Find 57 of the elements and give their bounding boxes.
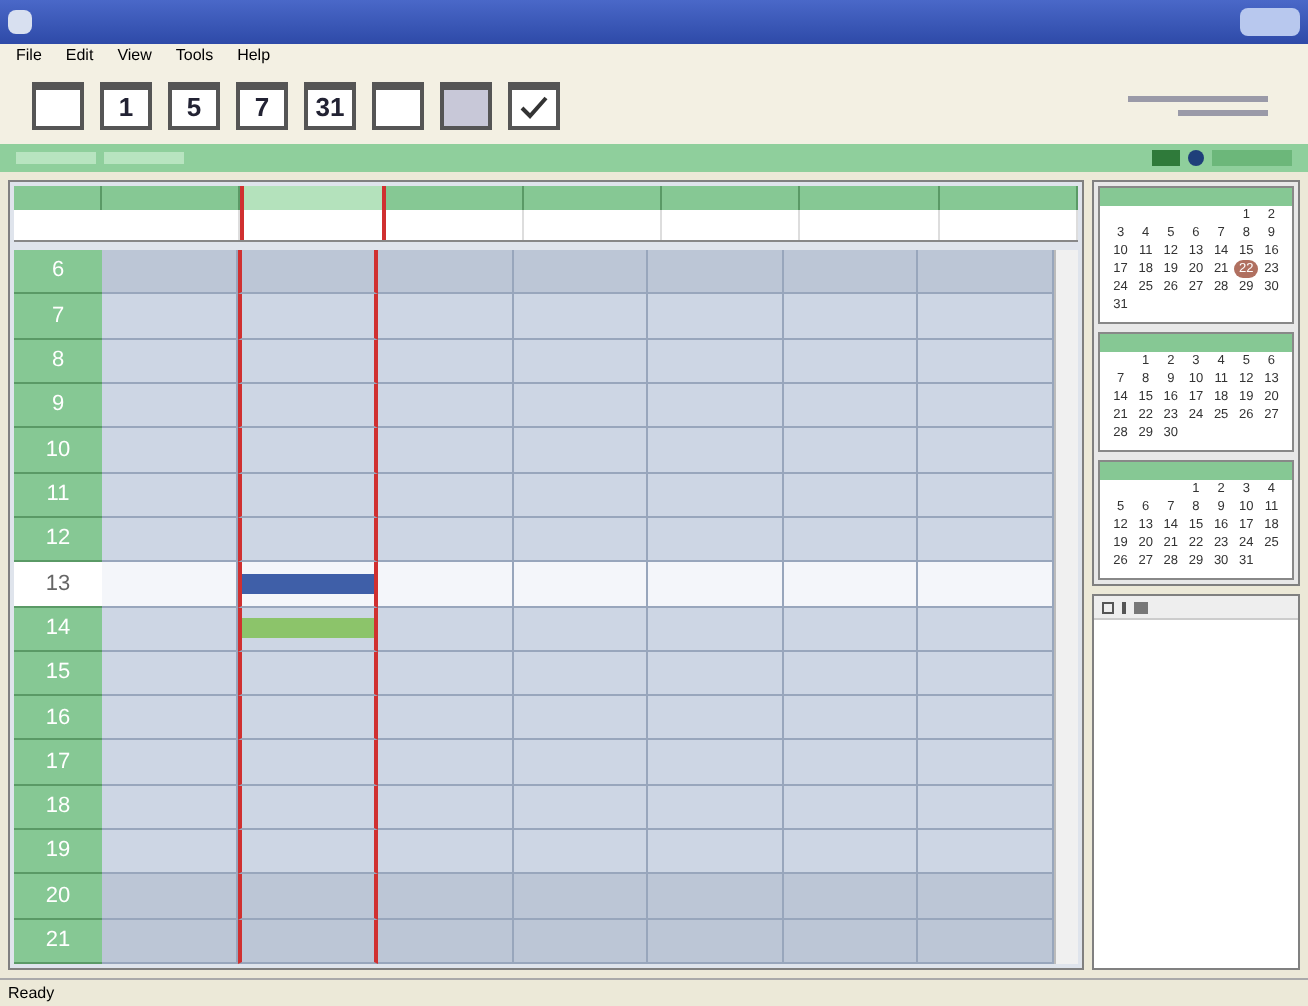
time-slot[interactable] — [237, 428, 379, 474]
hour-label: 8 — [14, 339, 102, 384]
time-slot[interactable] — [237, 339, 379, 384]
hour-label: 9 — [14, 383, 102, 429]
hour-label: 12 — [14, 517, 102, 563]
toolbar-button[interactable]: 1 — [100, 82, 152, 130]
hour-label: 14 — [14, 607, 102, 652]
time-slot[interactable] — [237, 607, 379, 652]
time-slot[interactable] — [237, 740, 379, 786]
hour-label: 15 — [14, 651, 102, 697]
menu-item[interactable]: Help — [237, 44, 271, 68]
hour-label: 21 — [14, 919, 102, 964]
time-slot[interactable] — [237, 874, 379, 920]
hour-label: 17 — [14, 740, 102, 786]
event-block[interactable] — [241, 573, 375, 594]
time-slot[interactable] — [237, 919, 379, 964]
toolbar-button[interactable] — [508, 82, 560, 130]
hour-label: 13 — [14, 562, 102, 607]
window-controls-icon[interactable] — [1240, 8, 1300, 36]
grid-icon — [1134, 601, 1148, 613]
scrollbar[interactable] — [1054, 250, 1078, 964]
time-slot[interactable] — [237, 696, 379, 741]
hour-label: 6 — [14, 250, 102, 295]
checkbox-icon — [1102, 601, 1114, 613]
hour-label: 11 — [14, 473, 102, 518]
time-slot[interactable] — [237, 785, 379, 831]
day-header[interactable] — [240, 186, 386, 210]
menu-item[interactable]: Edit — [65, 44, 94, 68]
hour-label: 19 — [14, 830, 102, 875]
time-slot[interactable] — [237, 250, 379, 295]
view-tab[interactable] — [16, 152, 96, 164]
info-line — [1128, 96, 1268, 102]
menu-item[interactable]: Tools — [175, 44, 214, 68]
info-line — [1178, 110, 1268, 116]
hour-label: 20 — [14, 874, 102, 920]
hour-label: 16 — [14, 696, 102, 741]
hour-label: 18 — [14, 785, 102, 831]
view-tab[interactable] — [104, 152, 184, 164]
time-slot[interactable] — [237, 651, 379, 697]
toolbar-button[interactable]: 5 — [168, 82, 220, 130]
time-slot[interactable] — [237, 830, 379, 875]
toolbar-button[interactable] — [32, 82, 84, 130]
hour-label: 10 — [14, 428, 102, 474]
menu-item[interactable]: File — [16, 44, 42, 68]
toolbar-button[interactable]: 31 — [304, 82, 356, 130]
time-slot[interactable] — [237, 383, 379, 429]
toolbar-button[interactable] — [372, 82, 424, 130]
time-slot[interactable] — [237, 517, 379, 563]
check-icon — [520, 96, 548, 120]
status-text: Ready — [8, 981, 55, 1005]
time-slot[interactable] — [237, 473, 379, 518]
hour-label: 7 — [14, 294, 102, 340]
toolbar-button[interactable]: 7 — [236, 82, 288, 130]
menu-item[interactable]: View — [117, 44, 152, 68]
time-slot[interactable] — [237, 294, 379, 340]
app-icon — [8, 10, 32, 34]
all-day-slot[interactable] — [240, 210, 386, 240]
